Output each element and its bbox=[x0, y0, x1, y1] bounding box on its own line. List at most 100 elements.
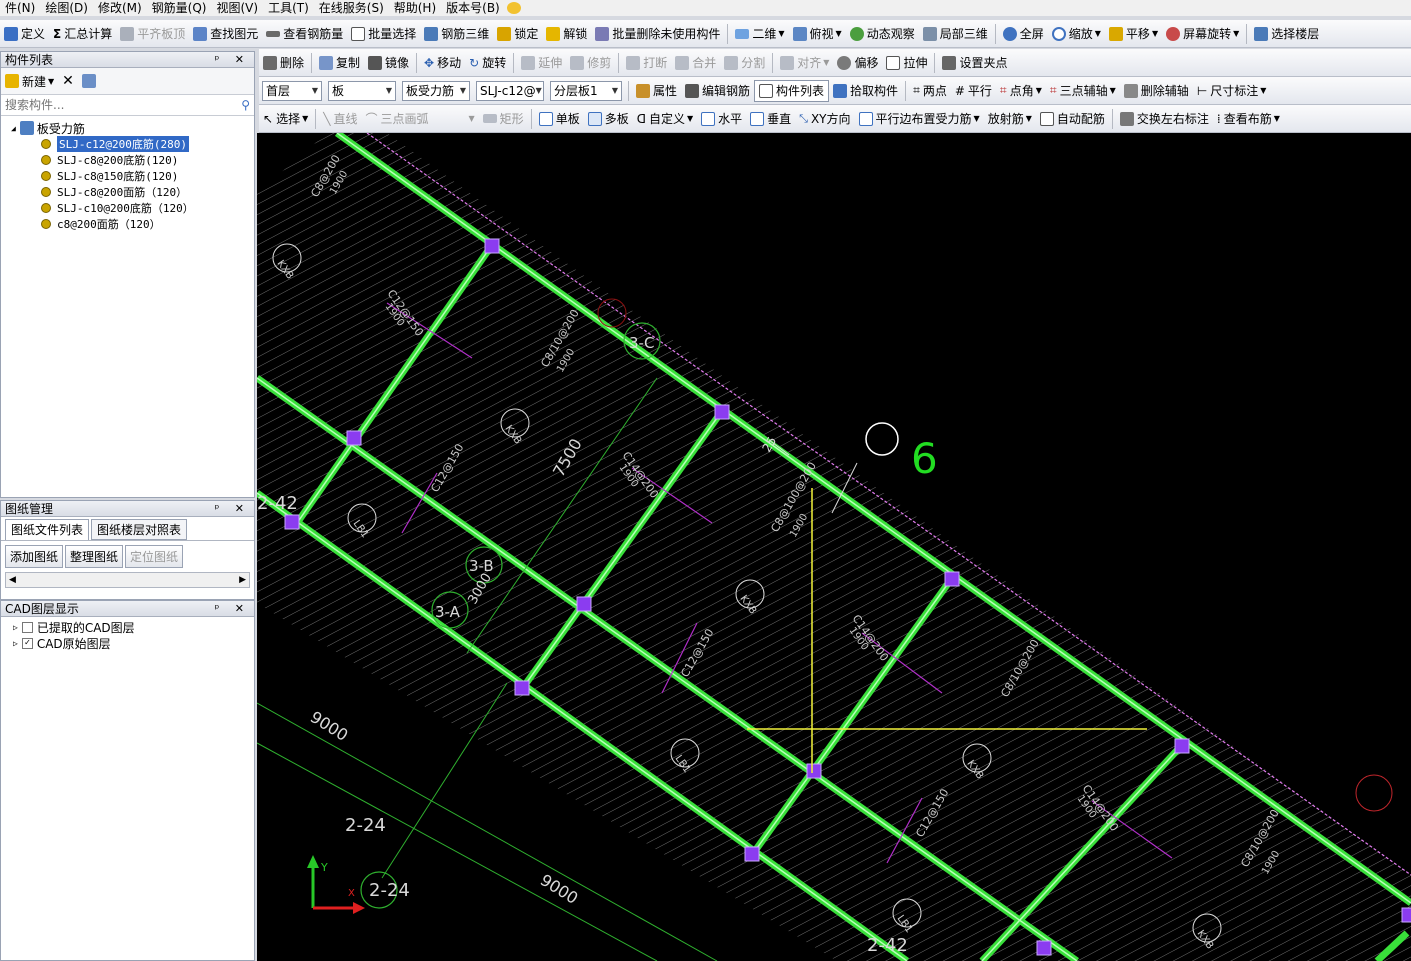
local-3d-button[interactable]: 局部三维 bbox=[919, 23, 992, 45]
menu-item[interactable]: 视图(V) bbox=[211, 0, 263, 16]
copy-button[interactable]: 复制 bbox=[315, 52, 364, 74]
custom-button[interactable]: ᗡ 自定义 ▼ bbox=[633, 108, 697, 130]
component-list-toggle[interactable]: 构件列表 bbox=[754, 79, 830, 102]
parallel-axis-button[interactable]: # 平行 bbox=[951, 80, 996, 102]
rectangle-tool-button[interactable]: 矩形 bbox=[479, 108, 528, 130]
checkbox-unchecked[interactable] bbox=[21, 621, 33, 633]
two-point-axis-button[interactable]: ⌗ 两点 bbox=[909, 80, 951, 102]
menu-item[interactable]: 在线服务(S) bbox=[314, 0, 389, 16]
three-point-axis-button[interactable]: ⌗ 三点辅轴 ▼ bbox=[1046, 80, 1120, 102]
fullscreen-button[interactable]: 全屏 bbox=[999, 23, 1048, 45]
cad-drawing[interactable]: 9000 9000 7500 3000 25 2-24 2-24 3-B 3-A… bbox=[257, 133, 1411, 961]
delete-button[interactable]: 删除 bbox=[259, 52, 308, 74]
component-select[interactable]: SLJ-c12@ ▼ bbox=[476, 80, 544, 101]
pin-close-icon[interactable]: ᵖ ✕ bbox=[215, 53, 250, 66]
xy-direction-button[interactable]: ⤡ XY方向 bbox=[795, 108, 854, 130]
auto-rebar-button[interactable]: 自动配筋 bbox=[1036, 108, 1109, 130]
2d-view-button[interactable]: 二维 ▼ bbox=[731, 23, 788, 45]
align-slab-top-button[interactable]: 平齐板顶 bbox=[116, 23, 189, 45]
pick-component-button[interactable]: 拾取构件 bbox=[829, 80, 902, 102]
view-rebar-layout-button[interactable]: ⁞ 查看布筋 ▼ bbox=[1213, 108, 1284, 130]
new-component-button[interactable]: 新建 bbox=[22, 73, 46, 90]
rebar-3d-button[interactable]: 钢筋三维 bbox=[420, 23, 493, 45]
drawing-canvas[interactable]: 9000 9000 7500 3000 25 2-24 2-24 3-B 3-A… bbox=[257, 133, 1411, 961]
find-element-button[interactable]: 查找图元 bbox=[189, 23, 262, 45]
select-floor-button[interactable]: 选择楼层 bbox=[1250, 23, 1323, 45]
arc-tool-button[interactable]: ⌒ 三点画弧 ▼ bbox=[361, 108, 478, 130]
move-button[interactable]: ✥ 移动 bbox=[420, 52, 465, 74]
offset-button[interactable]: 偏移 bbox=[833, 52, 882, 74]
delete-icon[interactable]: ✕ bbox=[62, 73, 74, 89]
edit-rebar-button[interactable]: 编辑钢筋 bbox=[681, 80, 754, 102]
copy-icon[interactable] bbox=[81, 74, 96, 88]
top-view-button[interactable]: 俯视 ▼ bbox=[789, 23, 846, 45]
line-tool-button[interactable]: ╲ 直线 bbox=[319, 108, 361, 130]
menu-item[interactable]: 件(N) bbox=[0, 0, 40, 16]
screen-rotate-button[interactable]: 屏幕旋转 ▼ bbox=[1162, 23, 1243, 45]
tree-item[interactable]: SLJ-c8@200面筋（120） bbox=[41, 184, 254, 200]
dynamic-observe-button[interactable]: 动态观察 bbox=[846, 23, 919, 45]
account-icon[interactable] bbox=[506, 2, 521, 14]
extend-button[interactable]: 延伸 bbox=[517, 52, 566, 74]
tab-drawing-files[interactable]: 图纸文件列表 bbox=[5, 519, 90, 540]
locate-drawing-button[interactable]: 定位图纸 bbox=[125, 545, 184, 568]
checkbox-checked[interactable]: ✓ bbox=[21, 637, 33, 649]
tree-item[interactable]: SLJ-c10@200底筋（120） bbox=[41, 200, 254, 216]
search-input[interactable] bbox=[5, 98, 205, 112]
define-button[interactable]: 定义 bbox=[0, 23, 49, 45]
dimension-button[interactable]: ⊢ 尺寸标注 ▼ bbox=[1193, 80, 1271, 102]
unlock-button[interactable]: 解锁 bbox=[542, 23, 591, 45]
tree-root[interactable]: ◢ 板受力筋 bbox=[11, 120, 254, 136]
break-button[interactable]: 打断 bbox=[622, 52, 671, 74]
delete-axis-button[interactable]: 删除辅轴 bbox=[1120, 80, 1193, 102]
scroll-left-icon[interactable]: ◀ bbox=[9, 575, 16, 585]
align-button[interactable]: 对齐 ▼ bbox=[776, 52, 833, 74]
batch-delete-unused-button[interactable]: 批量删除未使用构件 bbox=[591, 23, 724, 45]
horizontal-button[interactable]: 水平 bbox=[697, 108, 746, 130]
select-tool-button[interactable]: ↖ 选择 ▼ bbox=[259, 108, 312, 130]
lock-button[interactable]: 锁定 bbox=[493, 23, 542, 45]
pin-close-icon[interactable]: ᵖ ✕ bbox=[215, 602, 250, 615]
tab-drawing-floor-map[interactable]: 图纸楼层对照表 bbox=[91, 519, 188, 540]
swap-labels-button[interactable]: 交换左右标注 bbox=[1116, 108, 1213, 130]
stretch-button[interactable]: 拉伸 bbox=[882, 52, 931, 74]
floor-select[interactable]: 首层 ▼ bbox=[262, 80, 322, 101]
tree-item[interactable]: SLJ-c12@200底筋(280) bbox=[41, 136, 254, 152]
rotate-button[interactable]: ↻ 旋转 bbox=[465, 52, 510, 74]
menu-item[interactable]: 修改(M) bbox=[93, 0, 147, 16]
radial-rebar-button[interactable]: 放射筋 ▼ bbox=[984, 108, 1036, 130]
zoom-button[interactable]: 缩放 ▼ bbox=[1048, 23, 1105, 45]
menu-item[interactable]: 帮助(H) bbox=[389, 0, 441, 16]
pan-button[interactable]: 平移 ▼ bbox=[1105, 23, 1162, 45]
extracted-layer-row[interactable]: ▷ 已提取的CAD图层 bbox=[13, 619, 254, 635]
set-grip-button[interactable]: 设置夹点 bbox=[938, 52, 1011, 74]
vertical-button[interactable]: 垂直 bbox=[746, 108, 795, 130]
horizontal-scrollbar[interactable]: ◀ ▶ bbox=[5, 572, 250, 588]
split-button[interactable]: 分割 bbox=[720, 52, 769, 74]
layer-select[interactable]: 分层板1 ▼ bbox=[550, 80, 622, 101]
chevron-down-icon[interactable]: ▼ bbox=[48, 77, 54, 86]
menu-item[interactable]: 绘图(D) bbox=[40, 0, 93, 16]
single-slab-button[interactable]: 单板 bbox=[535, 108, 584, 130]
tree-item[interactable]: SLJ-c8@150底筋(120) bbox=[41, 168, 254, 184]
search-icon[interactable]: ⚲ bbox=[241, 98, 250, 112]
trim-button[interactable]: 修剪 bbox=[566, 52, 615, 74]
menu-item[interactable]: 版本号(B) bbox=[441, 0, 505, 16]
mirror-button[interactable]: 镜像 bbox=[364, 52, 413, 74]
summary-calc-button[interactable]: Σ 汇总计算 bbox=[49, 23, 116, 45]
organize-drawing-button[interactable]: 整理图纸 bbox=[65, 545, 124, 568]
collapse-icon[interactable]: ◢ bbox=[11, 124, 16, 133]
menu-item[interactable]: 工具(T) bbox=[263, 0, 314, 16]
scroll-right-icon[interactable]: ▶ bbox=[239, 575, 246, 585]
properties-button[interactable]: 属性 bbox=[632, 80, 681, 102]
pin-close-icon[interactable]: ᵖ ✕ bbox=[215, 502, 250, 515]
batch-select-button[interactable]: 批量选择 bbox=[347, 23, 420, 45]
multi-slab-button[interactable]: 多板 bbox=[584, 108, 633, 130]
point-angle-button[interactable]: ⌗ 点角 ▼ bbox=[996, 80, 1046, 102]
tree-item[interactable]: c8@200面筋（120） bbox=[41, 216, 254, 232]
original-layer-row[interactable]: ▷ ✓ CAD原始图层 bbox=[13, 635, 254, 651]
add-drawing-button[interactable]: 添加图纸 bbox=[5, 545, 64, 568]
menu-item[interactable]: 钢筋量(Q) bbox=[147, 0, 212, 16]
tree-item[interactable]: SLJ-c8@200底筋(120) bbox=[41, 152, 254, 168]
merge-button[interactable]: 合并 bbox=[671, 52, 720, 74]
